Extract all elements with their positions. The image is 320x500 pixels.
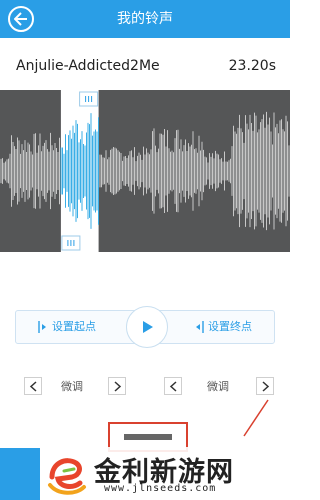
trim-controls: 设置起点 设置终点 — [15, 306, 275, 348]
song-duration: 23.20s — [228, 58, 276, 74]
annotation-line — [243, 399, 269, 437]
app-header: 我的铃声 — [0, 0, 290, 38]
fine-tune-end-increase[interactable] — [256, 377, 274, 395]
end-marker-icon — [196, 321, 204, 333]
watermark-logo-icon — [48, 458, 86, 495]
song-info-row: Anjulie-Addicted2Me 23.20s — [0, 44, 290, 90]
chevron-left-icon — [29, 381, 37, 392]
watermark: 金利新游网 www.jlnseeds.com — [40, 447, 290, 500]
bottom-left-block — [0, 448, 40, 500]
watermark-url: www.jlnseeds.com — [104, 483, 217, 494]
bottom-bar — [124, 434, 172, 440]
fine-tune-start-decrease[interactable] — [24, 377, 42, 395]
play-icon — [143, 321, 153, 333]
fine-tune-start-label: 微调 — [61, 380, 83, 393]
set-end-button[interactable]: 设置终点 — [194, 311, 252, 343]
waveform-editor[interactable] — [0, 90, 290, 252]
fine-tune-end-decrease[interactable] — [164, 377, 182, 395]
song-name: Anjulie-Addicted2Me — [16, 58, 160, 74]
page-title: 我的铃声 — [117, 11, 173, 27]
chevron-right-icon — [114, 381, 122, 392]
set-start-button[interactable]: 设置起点 — [38, 311, 96, 343]
set-end-label: 设置终点 — [208, 320, 252, 333]
chevron-left-icon — [169, 381, 177, 392]
fine-tune-start-increase[interactable] — [108, 377, 126, 395]
fine-tune-start: 微调 — [24, 377, 128, 395]
waveform-graphic — [0, 90, 290, 252]
chevron-right-icon — [262, 381, 270, 392]
fine-tune-end-label: 微调 — [207, 380, 229, 393]
start-marker-icon — [38, 321, 46, 333]
fine-tune-end: 微调 — [164, 377, 276, 395]
play-button[interactable] — [126, 306, 168, 348]
set-start-label: 设置起点 — [52, 320, 96, 333]
